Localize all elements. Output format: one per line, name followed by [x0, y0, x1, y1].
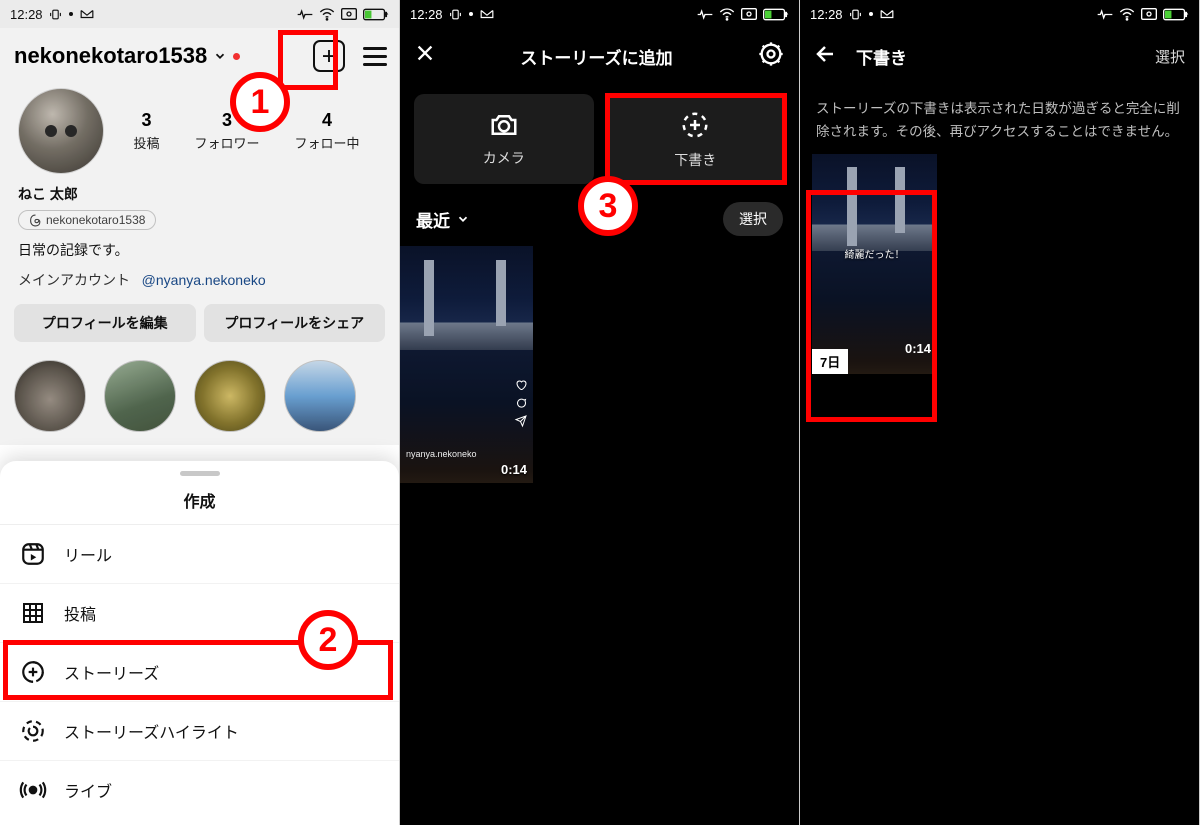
vibrate-icon: [449, 8, 462, 21]
recent-dropdown[interactable]: 最近: [416, 207, 470, 232]
select-button[interactable]: 選択: [723, 202, 783, 236]
send-icon: [515, 415, 527, 427]
heartrate-icon: [697, 9, 713, 20]
highlight-item[interactable]: [104, 360, 176, 432]
status-time: 12:28: [10, 7, 43, 22]
back-button[interactable]: [814, 42, 838, 71]
wifi-icon: [719, 8, 735, 20]
gmail-icon: [80, 9, 94, 19]
plus-icon: [320, 47, 338, 65]
heartrate-icon: [1097, 9, 1113, 20]
wifi-icon: [319, 8, 335, 20]
page-title: ストーリーズに追加: [520, 44, 672, 69]
heart-icon: [515, 379, 527, 391]
share-profile-button[interactable]: プロフィールをシェア: [204, 304, 386, 342]
thumb-days-remaining: 7日: [812, 349, 848, 374]
status-bar: 12:28: [400, 0, 799, 28]
draft-caption: 綺麗だった！: [812, 246, 937, 261]
comment-icon: [515, 397, 527, 409]
battery-icon: [363, 8, 389, 21]
highlight-item[interactable]: [194, 360, 266, 432]
username-switcher[interactable]: nekonekotaro1538: [14, 43, 240, 69]
thumb-caption: nyanya.nekoneko: [406, 449, 477, 459]
screen-3-drafts: 12:28 下書き 選択 ストーリーズの下書きは表示された日数が過ぎると完全に削…: [800, 0, 1200, 825]
camera-icon: [489, 112, 519, 138]
vibrate-icon: [49, 8, 62, 21]
page-title: 下書き: [838, 44, 1155, 69]
stat-followers[interactable]: 3 フォロワー: [194, 110, 259, 152]
menu-button[interactable]: [363, 47, 387, 66]
battery-icon: [763, 8, 789, 21]
notification-dot-icon: [233, 53, 240, 60]
live-icon: [20, 777, 46, 803]
vibrate-icon: [849, 8, 862, 21]
signal-box-icon: [341, 8, 357, 20]
close-icon: [414, 42, 436, 64]
bio-text: 日常の記録です。: [18, 240, 381, 260]
stat-posts[interactable]: 3 投稿: [133, 110, 159, 152]
display-name: ねこ 太郎: [18, 184, 381, 204]
highlight-item[interactable]: [284, 360, 356, 432]
sheet-item-highlight[interactable]: ストーリーズハイライト: [0, 702, 399, 761]
stories-icon: [20, 659, 46, 685]
battery-icon: [1163, 8, 1189, 21]
chevron-down-icon: [213, 49, 227, 63]
notification-dot-icon: [868, 11, 874, 17]
status-time: 12:28: [410, 7, 443, 22]
grid-icon: [20, 600, 46, 626]
sheet-item-stories[interactable]: ストーリーズ: [0, 643, 399, 702]
signal-box-icon: [741, 8, 757, 20]
sheet-item-live[interactable]: ライブ: [0, 761, 399, 819]
thumb-duration: 0:14: [905, 341, 931, 356]
chevron-down-icon: [456, 212, 470, 226]
screen-1-profile: 12:28 nekonekotaro1538: [0, 0, 400, 825]
drafts-description: ストーリーズの下書きは表示された日数が過ぎると完全に削除されます。その後、再びア…: [800, 84, 1199, 154]
tab-camera[interactable]: カメラ: [414, 94, 594, 184]
back-arrow-icon: [814, 42, 838, 66]
status-time: 12:28: [810, 7, 843, 22]
status-bar: 12:28: [0, 0, 399, 28]
threads-handle: nekonekotaro1538: [46, 213, 145, 227]
highlight-item[interactable]: [14, 360, 86, 432]
avatar[interactable]: [18, 88, 104, 174]
settings-button[interactable]: [757, 40, 785, 73]
gmail-icon: [880, 9, 894, 19]
sheet-item-post[interactable]: 投稿: [0, 584, 399, 643]
edit-profile-button[interactable]: プロフィールを編集: [14, 304, 196, 342]
select-button[interactable]: 選択: [1155, 46, 1185, 67]
sheet-item-reel[interactable]: リール: [0, 525, 399, 584]
heartrate-icon: [297, 9, 313, 20]
main-account-link[interactable]: @nyanya.nekoneko: [142, 272, 266, 288]
notification-dot-icon: [68, 11, 74, 17]
username-text: nekonekotaro1538: [14, 43, 207, 69]
highlight-icon: [20, 718, 46, 744]
signal-box-icon: [1141, 8, 1157, 20]
thumb-duration: 0:14: [501, 462, 527, 477]
sheet-handle[interactable]: [180, 471, 220, 476]
create-button[interactable]: [313, 40, 345, 72]
gmail-icon: [480, 9, 494, 19]
stat-following[interactable]: 4 フォロー中: [294, 110, 359, 152]
gear-icon: [757, 40, 785, 68]
notification-dot-icon: [468, 11, 474, 17]
sheet-title: 作成: [0, 482, 399, 525]
draft-icon: [680, 110, 710, 140]
wifi-icon: [1119, 8, 1135, 20]
close-button[interactable]: [414, 42, 436, 71]
thumb-overlay-icons: [515, 379, 527, 427]
highlights-row: [0, 342, 399, 432]
create-sheet: 作成 リール 投稿 ストーリーズ: [0, 461, 399, 825]
draft-thumb[interactable]: 綺麗だった！ 0:14 7日: [812, 154, 937, 374]
tab-drafts[interactable]: 下書き: [606, 94, 786, 184]
threads-icon: [29, 214, 42, 227]
status-bar: 12:28: [800, 0, 1199, 28]
screen-2-add-story: 12:28 ストーリーズに追加 カメ: [400, 0, 800, 825]
media-thumb[interactable]: nyanya.nekoneko 0:14: [400, 246, 533, 483]
threads-link[interactable]: nekonekotaro1538: [18, 210, 156, 230]
reel-icon: [20, 541, 46, 567]
main-account-row: メインアカウント @nyanya.nekoneko: [18, 270, 381, 290]
